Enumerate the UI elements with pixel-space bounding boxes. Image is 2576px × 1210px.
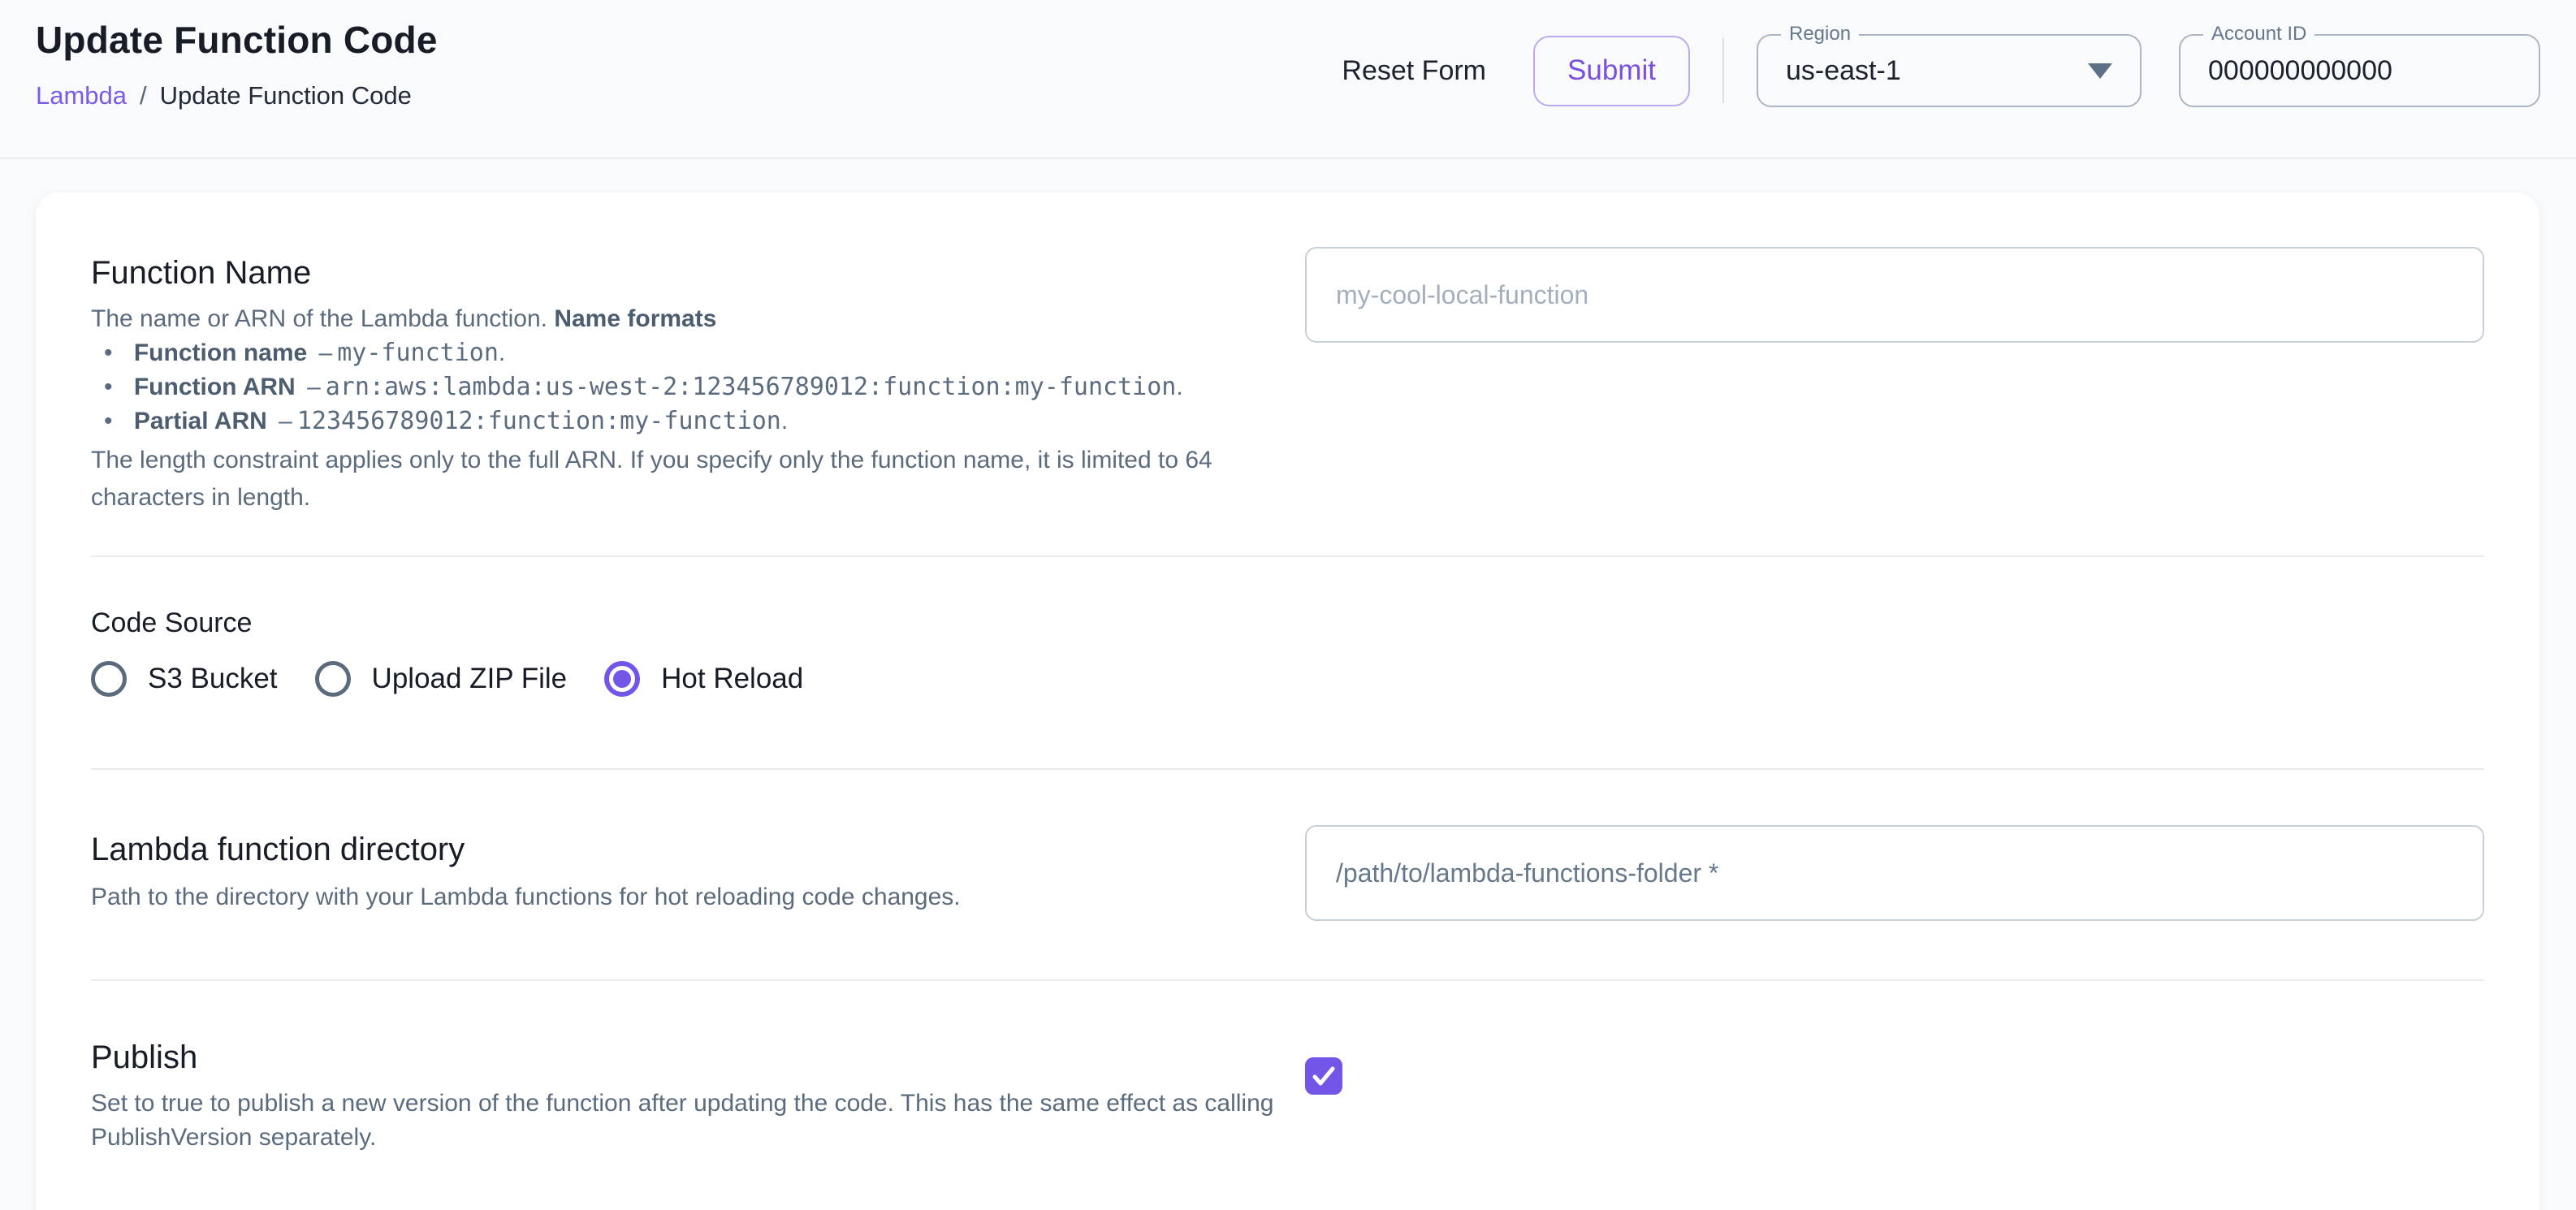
breadcrumb-current: Update Function Code [160, 81, 412, 110]
name-format-list: Function name –my-function. Function ARN… [91, 336, 1305, 439]
account-id-label: Account ID [2203, 23, 2315, 45]
radio-upload-zip-file[interactable]: Upload ZIP File [315, 661, 568, 697]
section-function-name: Function Name The name or ARN of the Lam… [91, 253, 2484, 555]
lambda-directory-title: Lambda function directory [91, 830, 1305, 869]
list-item: Function ARN –arn:aws:lambda:us-west-2:1… [91, 370, 1305, 404]
reset-form-button[interactable]: Reset Form [1342, 55, 1486, 87]
submit-button[interactable]: Submit [1533, 36, 1690, 106]
chevron-down-icon [2088, 63, 2112, 79]
function-name-description: The name or ARN of the Lambda function. … [91, 302, 1305, 336]
section-publish: Publish Set to true to publish a new ver… [91, 981, 2484, 1210]
list-item: Function name –my-function. [91, 336, 1305, 370]
breadcrumb-separator: / [140, 81, 147, 110]
code-source-radio-group: S3 Bucket Upload ZIP File Hot Reload [91, 661, 2484, 697]
header-divider [1722, 38, 1724, 103]
description-intro-text: The name or ARN of the Lambda function. [91, 305, 554, 332]
radio-unchecked-icon [91, 661, 127, 697]
description-intro-bold: Name formats [554, 305, 716, 332]
publish-description: Set to true to publish a new version of … [91, 1087, 1277, 1155]
account-id-input[interactable] [2181, 36, 2539, 106]
lambda-directory-description: Path to the directory with your Lambda f… [91, 880, 1305, 914]
radio-label: Hot Reload [661, 663, 803, 695]
breadcrumb: Lambda / Update Function Code [36, 81, 412, 110]
publish-checkbox[interactable] [1305, 1057, 1342, 1095]
region-label: Region [1781, 23, 1859, 45]
code-source-title: Code Source [91, 606, 2484, 640]
radio-s3-bucket[interactable]: S3 Bucket [91, 661, 278, 697]
radio-checked-icon [604, 661, 640, 697]
section-code-source: Code Source S3 Bucket Upload ZIP File Ho… [91, 557, 2484, 768]
lambda-directory-input[interactable] [1305, 825, 2484, 921]
list-item: Partial ARN –123456789012:function:my-fu… [91, 404, 1305, 439]
function-name-input[interactable] [1305, 247, 2484, 343]
region-select[interactable]: Region us-east-1 [1757, 34, 2142, 107]
page-title: Update Function Code [36, 18, 438, 62]
account-id-field: Account ID [2179, 34, 2540, 107]
function-name-title: Function Name [91, 253, 1305, 292]
region-value: us-east-1 [1786, 55, 1901, 87]
section-lambda-directory: Lambda function directory Path to the di… [91, 770, 2484, 979]
radio-label: Upload ZIP File [372, 663, 568, 695]
header-actions: Reset Form Submit Region us-east-1 Accou… [1342, 34, 2540, 107]
radio-hot-reload[interactable]: Hot Reload [604, 661, 803, 697]
publish-title: Publish [91, 1038, 1305, 1077]
check-icon [1310, 1062, 1338, 1090]
radio-unchecked-icon [315, 661, 351, 697]
form-card: Function Name The name or ARN of the Lam… [36, 192, 2539, 1210]
page-header: Update Function Code Lambda / Update Fun… [0, 0, 2576, 159]
breadcrumb-link-lambda[interactable]: Lambda [36, 81, 127, 110]
function-name-constraint-note: The length constraint applies only to th… [91, 442, 1269, 516]
radio-label: S3 Bucket [148, 663, 278, 695]
